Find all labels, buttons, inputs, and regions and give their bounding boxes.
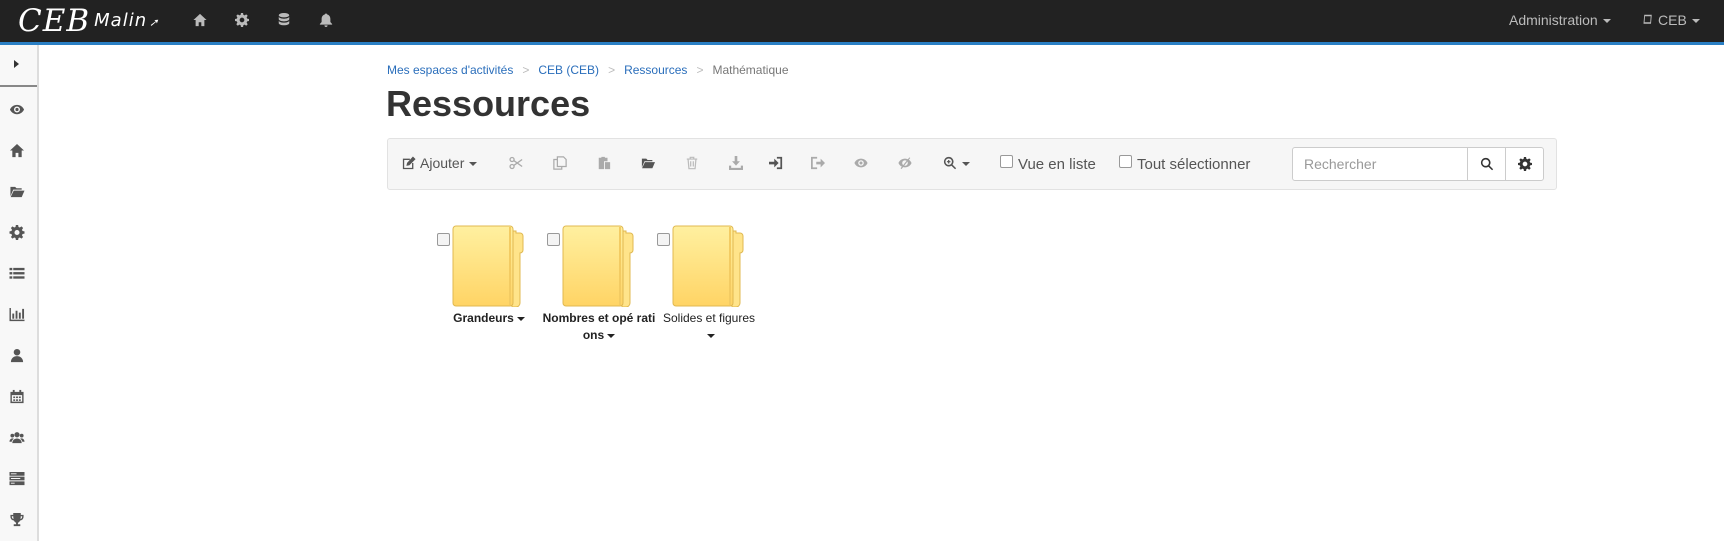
- breadcrumb-item-resources[interactable]: Ressources: [624, 63, 687, 77]
- administration-menu[interactable]: Administration: [1509, 0, 1611, 42]
- tasks-icon[interactable]: [9, 471, 27, 487]
- bar-chart-icon[interactable]: [9, 307, 27, 323]
- folder-open-icon[interactable]: [641, 156, 655, 172]
- bell-icon[interactable]: [316, 12, 336, 32]
- checkbox-box[interactable]: [1119, 155, 1132, 168]
- folder-checkbox[interactable]: [657, 233, 670, 246]
- user-icon[interactable]: [9, 348, 27, 364]
- breadcrumb-separator: >: [608, 63, 616, 77]
- administration-label: Administration: [1509, 12, 1598, 28]
- logo-arrow-icon: ➚: [149, 15, 160, 29]
- chevron-down-icon: [706, 333, 715, 338]
- page-title: Ressources: [386, 83, 591, 124]
- cog-icon[interactable]: [9, 225, 27, 241]
- sidebar: [0, 45, 39, 541]
- list-icon[interactable]: [9, 266, 27, 282]
- sign-out-icon[interactable]: [811, 156, 825, 172]
- chevron-down-icon: [1602, 19, 1611, 24]
- folder-icon[interactable]: [452, 225, 524, 307]
- resource-toolbar: Ajouter Vue en liste Tout sélectionner: [387, 138, 1557, 190]
- breadcrumb-item-activity-spaces[interactable]: Mes espaces d'activités: [387, 63, 513, 77]
- breadcrumb-item-ceb[interactable]: CEB (CEB): [538, 63, 599, 77]
- sidebar-toggle-button[interactable]: [0, 45, 37, 87]
- search-settings-button[interactable]: [1505, 147, 1544, 181]
- search-input[interactable]: [1292, 147, 1468, 181]
- app-logo[interactable]: CEB Malin ➚: [18, 2, 159, 40]
- trophy-icon[interactable]: [9, 512, 27, 528]
- folder-open-icon[interactable]: [9, 184, 27, 200]
- chevron-down-icon: [516, 316, 525, 321]
- folder-name[interactable]: Grandeurs: [431, 310, 547, 327]
- sign-in-icon[interactable]: [769, 156, 783, 172]
- search-button[interactable]: [1467, 147, 1506, 181]
- eye-slash-icon[interactable]: [898, 156, 912, 172]
- search-icon: [1480, 157, 1493, 171]
- home-icon[interactable]: [9, 143, 27, 159]
- paste-icon[interactable]: [597, 156, 611, 172]
- zoom-icon: [943, 156, 957, 170]
- folder-checkbox[interactable]: [547, 233, 560, 246]
- breadcrumb-current: Mathématique: [712, 63, 789, 77]
- checkbox-box[interactable]: [1000, 155, 1013, 168]
- edit-icon: [402, 156, 416, 170]
- zoom-dropdown-button[interactable]: [943, 156, 973, 172]
- folder-checkbox[interactable]: [437, 233, 450, 246]
- select-all-checkbox[interactable]: Tout sélectionner: [1119, 155, 1250, 173]
- list-view-label: Vue en liste: [1018, 156, 1096, 173]
- folder-icon[interactable]: [562, 225, 634, 307]
- trash-icon[interactable]: [685, 156, 699, 172]
- add-dropdown-button[interactable]: Ajouter: [402, 155, 478, 171]
- database-icon[interactable]: [274, 12, 294, 32]
- chevron-down-icon: [1691, 19, 1700, 24]
- eye-icon[interactable]: [854, 156, 868, 172]
- list-view-checkbox[interactable]: Vue en liste: [1000, 155, 1096, 173]
- cog-icon: [1517, 157, 1532, 171]
- breadcrumb: Mes espaces d'activités > CEB (CEB) > Ressou…: [387, 63, 789, 77]
- book-icon: [1643, 14, 1652, 24]
- top-navbar: CEB Malin ➚ Administration CEB: [0, 0, 1724, 45]
- home-icon[interactable]: [190, 12, 210, 32]
- logo-subtext: Malin: [94, 10, 148, 31]
- chevron-down-icon: [607, 333, 616, 338]
- chevron-right-icon: [14, 60, 19, 68]
- calendar-icon[interactable]: [9, 389, 27, 405]
- folder-name[interactable]: Solides et figures: [651, 310, 767, 344]
- copy-icon[interactable]: [553, 156, 567, 172]
- eye-icon[interactable]: [9, 102, 27, 118]
- breadcrumb-separator: >: [696, 63, 704, 77]
- folder-name[interactable]: Nombres et opé rations: [541, 310, 657, 344]
- breadcrumb-separator: >: [522, 63, 530, 77]
- users-icon[interactable]: [9, 430, 27, 446]
- download-icon[interactable]: [729, 156, 743, 172]
- workspace-menu[interactable]: CEB: [1642, 0, 1700, 42]
- select-all-label: Tout sélectionner: [1137, 156, 1251, 173]
- folder-icon[interactable]: [672, 225, 744, 307]
- logo-text: CEB: [18, 3, 91, 39]
- cog-icon[interactable]: [232, 12, 252, 32]
- cut-icon[interactable]: [509, 156, 523, 172]
- add-label: Ajouter: [420, 155, 465, 171]
- chevron-down-icon: [962, 162, 970, 166]
- workspace-label: CEB: [1658, 12, 1687, 28]
- chevron-down-icon: [469, 162, 478, 167]
